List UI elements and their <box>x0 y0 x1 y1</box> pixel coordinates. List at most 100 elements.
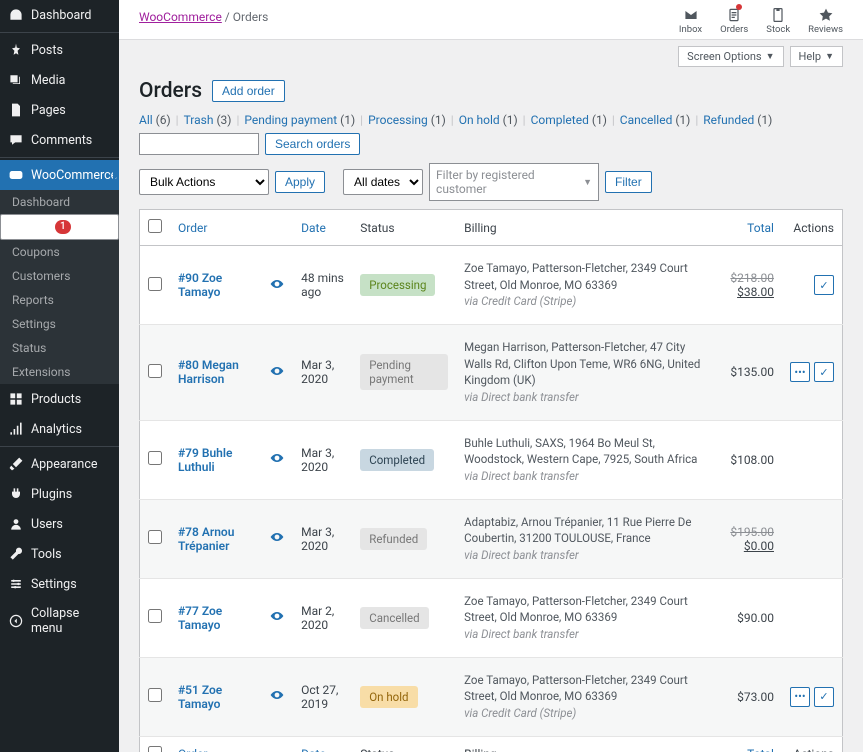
screen-options-button[interactable]: Screen Options▼ <box>678 46 783 67</box>
sidebar-sub-reports[interactable]: Reports <box>0 288 119 312</box>
order-link[interactable]: #79 Buhle Luthuli <box>178 446 232 474</box>
eye-icon[interactable] <box>269 529 285 545</box>
sidebar-item-plugins[interactable]: Plugins <box>0 479 119 509</box>
complete-order-button[interactable]: ✓ <box>814 362 834 382</box>
breadcrumb-woo[interactable]: WooCommerce <box>139 10 222 24</box>
top-icon-reviews[interactable]: Reviews <box>808 6 843 35</box>
help-button[interactable]: Help▼ <box>790 46 843 67</box>
select-all-checkbox-footer[interactable] <box>148 746 162 752</box>
sidebar-item-tools[interactable]: Tools <box>0 539 119 569</box>
eye-icon[interactable] <box>269 276 285 292</box>
col-order[interactable]: Order <box>170 736 261 752</box>
main-area: WooCommerce / Orders Inbox Orders Stock Rev… <box>119 0 863 752</box>
row-checkbox[interactable] <box>148 530 162 544</box>
sidebar-item-media[interactable]: Media <box>0 65 119 95</box>
more-actions-button[interactable]: ••• <box>790 687 810 707</box>
status-badge: Cancelled <box>360 607 428 629</box>
more-actions-button[interactable]: ••• <box>790 362 810 382</box>
sidebar-sub-label: Settings <box>12 317 56 331</box>
complete-order-button[interactable]: ✓ <box>814 687 834 707</box>
order-total: $38.00 <box>737 285 774 299</box>
filter-button[interactable]: Filter <box>605 171 652 193</box>
date-filter-select[interactable]: All dates <box>343 169 423 195</box>
payment-method: via Credit Card (Stripe) <box>464 706 576 720</box>
order-total: $108.00 <box>730 453 774 467</box>
status-link-cancelled[interactable]: Cancelled <box>620 113 673 127</box>
table-row[interactable]: #78 Arnou TrépanierMar 3, 2020RefundedAd… <box>140 499 843 578</box>
order-link[interactable]: #77 Zoe Tamayo <box>178 604 222 632</box>
status-link-trash[interactable]: Trash <box>184 113 214 127</box>
col-actions: Actions <box>782 210 843 246</box>
row-checkbox[interactable] <box>148 609 162 623</box>
sidebar-sub-dashboard[interactable]: Dashboard <box>0 190 119 214</box>
sidebar-item-posts[interactable]: Posts <box>0 35 119 65</box>
sidebar-item-users[interactable]: Users <box>0 509 119 539</box>
status-link-all[interactable]: All <box>139 113 153 127</box>
col-total[interactable]: Total <box>722 736 782 752</box>
plug-icon <box>8 486 24 502</box>
table-row[interactable]: #79 Buhle LuthuliMar 3, 2020CompletedBuh… <box>140 420 843 499</box>
row-checkbox[interactable] <box>148 364 162 378</box>
table-row[interactable]: #77 Zoe TamayoMar 2, 2020CancelledZoe Ta… <box>140 578 843 657</box>
col-date[interactable]: Date <box>293 210 352 246</box>
top-icon-orders[interactable]: Orders <box>720 6 748 35</box>
sidebar-item-products[interactable]: Products <box>0 384 119 414</box>
sidebar-item-collapse-menu[interactable]: Collapse menu <box>0 599 119 643</box>
table-row[interactable]: #90 Zoe Tamayo48 mins agoProcessingZoe T… <box>140 246 843 325</box>
status-link-on-hold[interactable]: On hold <box>459 113 500 127</box>
eye-icon[interactable] <box>269 363 285 379</box>
order-link[interactable]: #78 Arnou Trépanier <box>178 525 234 553</box>
topbar: WooCommerce / Orders Inbox Orders Stock Rev… <box>119 0 863 40</box>
table-row[interactable]: #51 Zoe TamayoOct 27, 2019On holdZoe Tam… <box>140 657 843 736</box>
sidebar-item-dashboard[interactable]: Dashboard <box>0 0 119 30</box>
row-checkbox[interactable] <box>148 688 162 702</box>
eye-icon[interactable] <box>269 450 285 466</box>
select-all-checkbox[interactable] <box>148 219 162 233</box>
row-checkbox[interactable] <box>148 277 162 291</box>
table-row[interactable]: #80 Megan HarrisonMar 3, 2020Pending pay… <box>140 325 843 421</box>
breadcrumb-sep: / <box>222 10 233 24</box>
top-icon-stock[interactable]: Stock <box>766 6 790 35</box>
sidebar-item-label: Products <box>31 392 81 407</box>
status-count: (3) <box>213 113 231 127</box>
col-order[interactable]: Order <box>170 210 261 246</box>
row-checkbox[interactable] <box>148 451 162 465</box>
add-order-button[interactable]: Add order <box>212 80 285 102</box>
status-link-processing[interactable]: Processing <box>368 113 428 127</box>
top-icon-inbox[interactable]: Inbox <box>679 6 702 35</box>
sidebar-sub-extensions[interactable]: Extensions <box>0 360 119 384</box>
bulk-actions-select[interactable]: Bulk Actions <box>139 169 269 195</box>
eye-icon[interactable] <box>269 687 285 703</box>
eye-icon[interactable] <box>269 608 285 624</box>
col-date[interactable]: Date <box>293 736 352 752</box>
status-link-refunded[interactable]: Refunded <box>703 113 754 127</box>
status-link-completed[interactable]: Completed <box>531 113 589 127</box>
search-orders-button[interactable]: Search orders <box>265 133 360 155</box>
order-link[interactable]: #90 Zoe Tamayo <box>178 271 222 299</box>
sidebar-sub-label: Coupons <box>12 245 60 259</box>
sidebar-sub-coupons[interactable]: Coupons <box>0 240 119 264</box>
status-link-pending-payment[interactable]: Pending payment <box>244 113 337 127</box>
search-input[interactable] <box>139 133 259 155</box>
breadcrumb: WooCommerce / Orders <box>139 6 268 24</box>
sidebar-sub-orders[interactable]: Orders1 <box>0 214 119 240</box>
top-icons: Inbox Orders Stock Reviews <box>679 6 843 35</box>
sidebar-item-appearance[interactable]: Appearance <box>0 449 119 479</box>
order-link[interactable]: #51 Zoe Tamayo <box>178 683 222 711</box>
status-badge: Pending payment <box>360 354 448 390</box>
complete-order-button[interactable]: ✓ <box>814 275 834 295</box>
sidebar-item-settings[interactable]: Settings <box>0 569 119 599</box>
sidebar-sub-settings[interactable]: Settings <box>0 312 119 336</box>
sidebar-sub-status[interactable]: Status <box>0 336 119 360</box>
status-count: (1) <box>428 113 446 127</box>
sidebar-sub-customers[interactable]: Customers <box>0 264 119 288</box>
sidebar-item-analytics[interactable]: Analytics <box>0 414 119 444</box>
col-total[interactable]: Total <box>722 210 782 246</box>
customer-filter-select[interactable]: Filter by registered customer▼ <box>429 163 599 201</box>
bulk-apply-button[interactable]: Apply <box>275 171 325 193</box>
sidebar-item-pages[interactable]: Pages <box>0 95 119 125</box>
order-link[interactable]: #80 Megan Harrison <box>178 358 239 386</box>
sidebar-item-comments[interactable]: Comments <box>0 125 119 155</box>
payment-method: via Direct bank transfer <box>464 390 579 404</box>
sidebar-item-woocommerce[interactable]: WooCommerce <box>0 160 119 190</box>
